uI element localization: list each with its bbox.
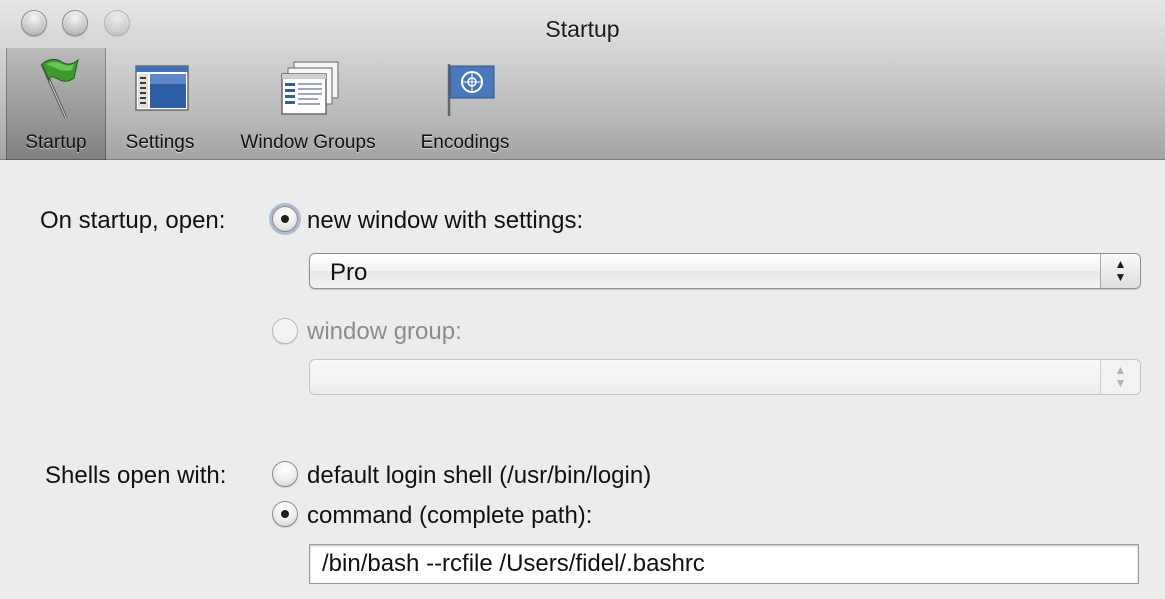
new-window-radio[interactable] [272, 206, 298, 232]
toolbar-item-startup[interactable]: Startup [6, 48, 106, 160]
popup-arrows-disabled-icon: ▲ ▼ [1100, 360, 1140, 394]
command-path-input[interactable] [309, 544, 1139, 584]
new-window-label[interactable]: new window with settings: [307, 207, 583, 235]
on-startup-label: On startup, open: [40, 207, 226, 234]
command-label[interactable]: command (complete path): [307, 502, 592, 530]
window-group-radio[interactable] [272, 318, 298, 344]
un-flag-icon [447, 64, 495, 116]
toolbar-label-encodings: Encodings [420, 132, 510, 153]
command-radio[interactable] [272, 501, 298, 527]
window-toolbar: Startup Startup Settings Window Groups E… [0, 0, 1165, 160]
toolbar-item-encodings[interactable]: Encodings [404, 48, 526, 160]
popup-arrows-icon: ▲ ▼ [1100, 254, 1140, 288]
toolbar-item-window-groups[interactable]: Window Groups [218, 48, 398, 160]
flag-icon [40, 58, 79, 119]
window-group-label: window group: [307, 318, 462, 345]
window-title: Startup [545, 16, 620, 42]
settings-popup[interactable]: Pro ▲ ▼ [309, 253, 1141, 289]
toolbar-label-window-groups: Window Groups [240, 132, 376, 153]
window-group-popup[interactable]: ▲ ▼ [309, 359, 1141, 395]
settings-icon [135, 65, 189, 111]
toolbar-label-startup: Startup [25, 132, 87, 153]
toolbar-label-settings: Settings [125, 132, 195, 153]
shells-open-with-label: Shells open with: [45, 462, 227, 489]
settings-popup-value: Pro [330, 259, 368, 286]
toolbar-item-settings[interactable]: Settings [108, 48, 212, 160]
default-login-shell-radio[interactable] [272, 461, 298, 487]
window-groups-icon [281, 61, 339, 115]
default-login-shell-label[interactable]: default login shell (/usr/bin/login) [307, 462, 651, 490]
